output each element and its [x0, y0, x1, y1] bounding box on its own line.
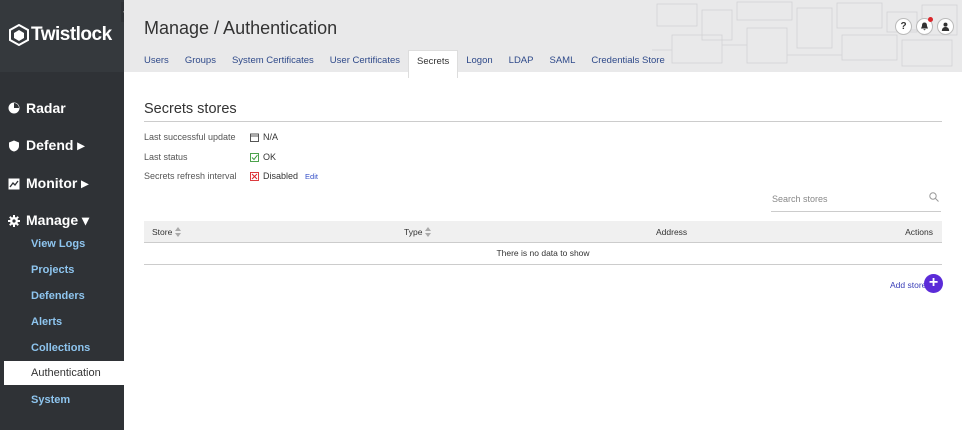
tab-bar: Users Groups System Certificates User Ce… [136, 50, 673, 78]
tab-users[interactable]: Users [136, 50, 177, 72]
column-label: Address [656, 227, 688, 237]
add-store-button[interactable]: + [924, 274, 943, 293]
refresh-interval-value: Disabled Edit [250, 171, 318, 181]
sidebar-item-alerts[interactable]: Alerts [31, 316, 62, 328]
refresh-interval-label: Secrets refresh interval [144, 171, 237, 181]
user-icon[interactable] [937, 18, 954, 35]
last-update-value: N/A [250, 132, 278, 142]
nav-manage[interactable]: Manage ▾ [8, 212, 89, 229]
nav-monitor[interactable]: Monitor ▸ [8, 175, 88, 192]
bell-glyph [921, 22, 928, 31]
last-status-value: OK [250, 152, 276, 162]
check-icon [250, 152, 259, 162]
nav-label: Monitor ▸ [26, 175, 89, 191]
brand-name: Twistlock [31, 24, 112, 45]
nav-radar[interactable]: Radar [8, 100, 66, 116]
sidebar: Twistlock ◀ Radar Defend ▸ Monitor ▸ Man… [0, 0, 131, 430]
last-status-label: Last status [144, 152, 188, 162]
tab-ldap[interactable]: LDAP [501, 50, 542, 72]
table-header: Store Type Address Actions [144, 221, 942, 243]
divider [144, 121, 942, 122]
last-status-text: OK [263, 152, 277, 162]
sidebar-item-system[interactable]: System [31, 394, 70, 406]
sidebar-item-collections[interactable]: Collections [31, 342, 90, 354]
radar-icon [8, 102, 20, 114]
tab-secrets[interactable]: Secrets [408, 50, 459, 78]
help-icon[interactable]: ? [895, 18, 912, 35]
column-label: Actions [905, 227, 933, 237]
bell-icon[interactable] [916, 17, 933, 35]
page-title: Manage / Authentication [144, 18, 338, 38]
sidebar-item-defenders[interactable]: Defenders [31, 290, 85, 302]
search-placeholder: Search stores [772, 194, 828, 204]
notification-dot [928, 17, 933, 22]
calendar-icon [250, 133, 259, 142]
tab-logon[interactable]: Logon [458, 50, 500, 72]
refresh-interval-text: Disabled [263, 171, 299, 181]
monitor-icon [8, 178, 20, 189]
brand[interactable]: Twistlock [0, 0, 124, 72]
sidebar-item-view-logs[interactable]: View Logs [31, 238, 85, 250]
empty-table-message: There is no data to show [144, 243, 942, 265]
search-icon[interactable] [929, 192, 939, 202]
tab-user-certificates[interactable]: User Certificates [322, 50, 408, 72]
last-update-label: Last successful update [144, 132, 236, 142]
sidebar-item-authentication[interactable]: Authentication [4, 361, 124, 385]
tab-saml[interactable]: SAML [541, 50, 583, 72]
sidebar-item-projects[interactable]: Projects [31, 264, 74, 276]
nav-defend[interactable]: Defend ▸ [8, 137, 84, 154]
add-store-label[interactable]: Add store [890, 280, 926, 290]
x-icon [250, 171, 259, 181]
header-pattern [652, 1, 958, 67]
tab-credentials-store[interactable]: Credentials Store [583, 50, 672, 72]
column-label: Type [404, 227, 423, 237]
sort-icon[interactable] [425, 227, 432, 237]
gear-icon [8, 214, 20, 227]
page-header: Manage / Authentication Users Groups Sys… [124, 0, 962, 78]
column-store[interactable]: Store [152, 227, 182, 237]
column-address: Address [656, 227, 687, 237]
edit-link[interactable]: Edit [305, 172, 318, 181]
shield-icon [9, 140, 19, 151]
nav-label: Manage ▾ [26, 212, 90, 228]
help-label: ? [900, 21, 907, 32]
column-label: Store [152, 227, 173, 237]
section-title: Secrets stores [144, 101, 237, 117]
sort-icon[interactable] [175, 227, 182, 237]
tab-groups[interactable]: Groups [177, 50, 224, 72]
nav-label: Radar [26, 100, 66, 116]
header-actions: ? [895, 17, 954, 35]
tab-system-certificates[interactable]: System Certificates [224, 50, 322, 72]
nav-label: Defend ▸ [26, 137, 85, 153]
search-input[interactable]: Search stores [771, 189, 941, 212]
twistlock-logo-icon [9, 24, 29, 46]
column-type[interactable]: Type [404, 227, 432, 237]
last-update-text: N/A [263, 132, 279, 142]
column-actions: Actions [905, 227, 933, 237]
user-glyph [941, 22, 950, 31]
